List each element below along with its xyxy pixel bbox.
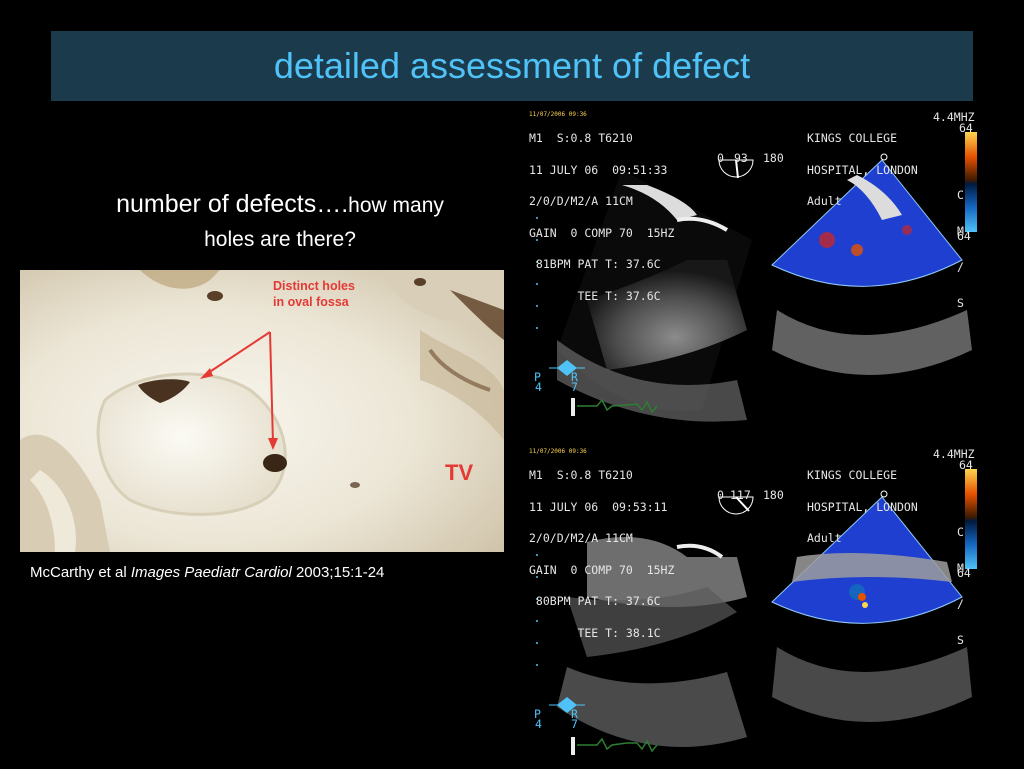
echo-line-3: 2/0/D/M2/A 11CM (529, 194, 633, 208)
echo-line-3: 2/0/D/M2/A 11CM (529, 531, 633, 545)
hospital-line-2: HOSPITAL, LONDON (807, 162, 918, 177)
cms-letter: M (957, 561, 964, 575)
probe-4: 4 (535, 380, 542, 394)
hospital-info: KINGS COLLEGE HOSPITAL, LONDON Adult (807, 112, 918, 228)
probe-7: 7 (571, 380, 578, 394)
question-block: number of defects….how many holes are th… (70, 188, 490, 256)
cms-letter: C (957, 525, 964, 539)
cms-label: C M / S (957, 502, 980, 670)
echo-params: M1 S:0.8 T6210 11 JULY 06 09:53:11 2/0/D… (529, 449, 674, 659)
echo-params: M1 S:0.8 T6210 11 JULY 06 09:51:33 2/0/D… (529, 112, 674, 322)
cms-letter: M (957, 224, 964, 238)
cms-letter: / (957, 260, 964, 274)
probe-7: 7 (571, 717, 578, 731)
echo-line-6: TEE T: 38.1C (529, 625, 661, 640)
echo-line-5: 80BPM PAT T: 37.6C (529, 594, 661, 608)
hospital-line-1: KINGS COLLEGE (807, 468, 898, 482)
angle-value: 117 (730, 488, 751, 502)
specimen-illustration: Distinct holes in oval fossa TV (20, 270, 504, 552)
echo-line-2: 11 JULY 06 09:53:11 (529, 499, 668, 514)
echo-line-6: TEE T: 37.6C (529, 288, 661, 303)
question-sub-2: holes are there? (204, 228, 356, 251)
probe-4: 4 (535, 717, 542, 731)
slide-title: detailed assessment of defect (273, 45, 751, 86)
question-sub-1: how many (348, 194, 444, 217)
echo-line-5: 81BPM PAT T: 37.6C (529, 257, 661, 271)
citation-authors: McCarthy et al (30, 564, 131, 581)
tv-label: TV (445, 460, 473, 485)
citation-journal: Images Paediatr Cardiol (130, 564, 292, 581)
angle-left: 0 (717, 488, 724, 502)
specimen-photo: Distinct holes in oval fossa TV (20, 270, 504, 552)
cms-letter: S (957, 633, 964, 647)
cms-label: C M / S (957, 165, 980, 333)
hospital-line-2: HOSPITAL, LONDON (807, 499, 918, 514)
hospital-line-3: Adult (807, 531, 842, 545)
annotation-line-1: Distinct holes (273, 279, 355, 293)
scale-top: 64 (959, 458, 973, 472)
hospital-info: KINGS COLLEGE HOSPITAL, LONDON Adult (807, 449, 918, 565)
title-bar: detailed assessment of defect (51, 31, 973, 101)
cms-letter: S (957, 296, 964, 310)
angle-right: 180 (763, 151, 784, 165)
echo-line-4: GAIN 0 COMP 70 15HZ (529, 562, 675, 577)
citation: McCarthy et al Images Paediatr Cardiol 2… (30, 564, 384, 581)
echo-panel-top: 11/07/2006 09:36 M1 S:0.8 T6210 11 JULY … (527, 110, 980, 432)
angle-right: 180 (763, 488, 784, 502)
question-main: number of defects…. (116, 190, 349, 218)
angle-value: 93 (734, 151, 748, 165)
cms-letter: C (957, 188, 964, 202)
annotation-line-2: in oval fossa (273, 295, 350, 309)
echo-line-2: 11 JULY 06 09:51:33 (529, 162, 668, 177)
echo-panel-bottom: 11/07/2006 09:36 M1 S:0.8 T6210 11 JULY … (527, 447, 980, 769)
scale-top: 64 (959, 121, 973, 135)
echo-line-1: M1 S:0.8 T6210 (529, 468, 633, 482)
hospital-line-3: Adult (807, 194, 842, 208)
echo-line-4: GAIN 0 COMP 70 15HZ (529, 225, 675, 240)
citation-ref: 2003;15:1-24 (291, 564, 385, 581)
echo-line-1: M1 S:0.8 T6210 (529, 131, 633, 145)
angle-left: 0 (717, 151, 724, 165)
hospital-line-1: KINGS COLLEGE (807, 131, 898, 145)
cms-letter: / (957, 597, 964, 611)
